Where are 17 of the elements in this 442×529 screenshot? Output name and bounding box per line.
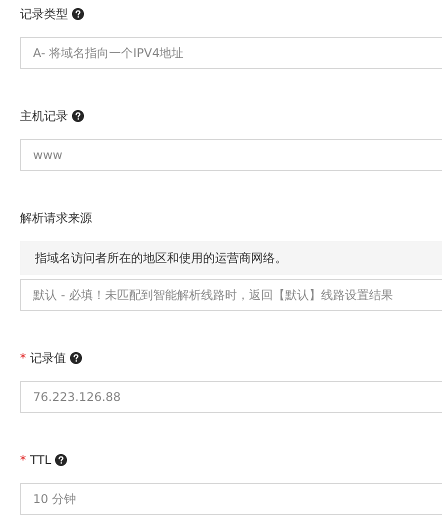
input-field[interactable]: www <box>20 139 442 171</box>
input-field[interactable]: 10 分钟 <box>20 483 442 515</box>
field-label: TTL <box>30 452 52 469</box>
input-field[interactable]: 默认 - 必填！未匹配到智能解析线路时，返回【默认】线路设置结果 <box>20 279 442 311</box>
field-label: 主机记录 <box>20 108 68 125</box>
help-icon[interactable] <box>72 8 84 20</box>
required-mark: * <box>20 454 26 466</box>
field-label: 解析请求来源 <box>20 210 92 227</box>
help-icon[interactable] <box>72 110 84 122</box>
info-note: 指域名访问者所在的地区和使用的运营商网络。 <box>20 241 442 275</box>
required-mark: * <box>20 352 26 364</box>
input-field[interactable]: A- 将域名指向一个IPV4地址 <box>20 37 442 69</box>
help-icon[interactable] <box>55 454 68 466</box>
input-field[interactable]: 76.223.126.88 <box>20 381 442 413</box>
field-label: 记录值 <box>30 350 66 367</box>
field-label: 记录类型 <box>20 6 68 23</box>
help-icon[interactable] <box>70 352 82 364</box>
